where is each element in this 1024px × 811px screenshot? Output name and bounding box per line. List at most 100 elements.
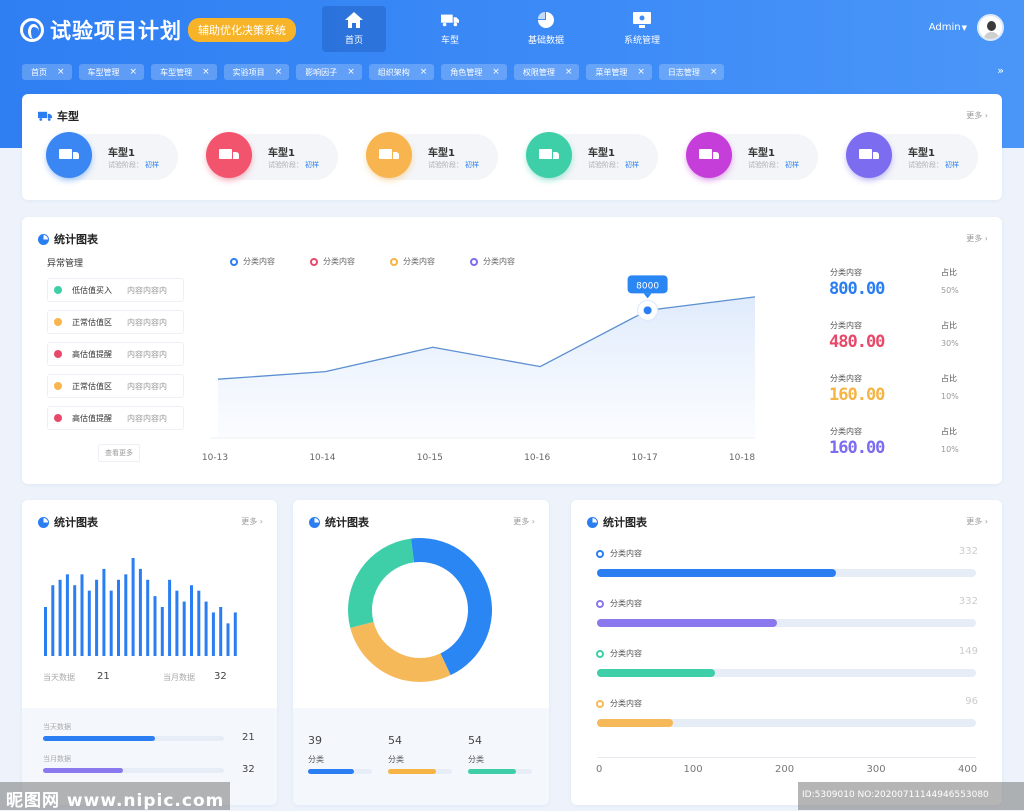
- tab-2[interactable]: 车型管理 ×: [151, 64, 217, 80]
- abnormal-label: 高估值提醒: [72, 349, 112, 359]
- abnormal-item[interactable]: 高估值提醒 内容内容内: [47, 342, 184, 366]
- nav-base-data[interactable]: 基础数据: [514, 6, 578, 52]
- tab-6[interactable]: 角色管理 ×: [441, 64, 507, 80]
- vehicle-item[interactable]: 车型1 试验阶段： 初样: [206, 132, 338, 180]
- avatar[interactable]: [977, 14, 1004, 41]
- donut-slice: [410, 538, 492, 676]
- bar: [219, 607, 223, 656]
- close-icon[interactable]: ×: [57, 67, 65, 77]
- vehicle-name: 车型1: [428, 148, 455, 159]
- tab-label: 权限管理: [522, 67, 555, 77]
- watermark-left: 昵图网 www.nipic.com: [0, 782, 231, 811]
- donut-item-value: 54: [468, 734, 482, 747]
- tab-3[interactable]: 实验项目 ×: [223, 64, 290, 80]
- hbar-axis-line: [597, 757, 976, 758]
- tab-0[interactable]: 首页 ×: [22, 64, 72, 80]
- bar: [168, 579, 172, 656]
- tab-5[interactable]: 组织架构 ×: [368, 64, 435, 80]
- abnormal-value: 内容内容内: [127, 413, 167, 423]
- nav-label: 基础数据: [527, 36, 564, 46]
- tab-7[interactable]: 权限管理 ×: [513, 64, 580, 80]
- vehicle-item[interactable]: 车型1 试验阶段： 初样: [526, 132, 658, 180]
- tab-8[interactable]: 菜单管理 ×: [586, 64, 652, 80]
- card-title: 统计图表: [603, 516, 647, 529]
- tab-4[interactable]: 影响因子 ×: [296, 64, 362, 80]
- abnormal-item[interactable]: 正常估值区 内容内容内: [47, 374, 184, 398]
- abnormal-value: 内容内容内: [127, 285, 167, 295]
- donut-item-value: 39: [308, 734, 322, 747]
- bar: [87, 590, 91, 656]
- vehicle-item[interactable]: 车型1 试验阶段： 初样: [366, 132, 498, 180]
- legend-item: 分类内容: [310, 256, 355, 267]
- bar: [95, 579, 99, 656]
- stage-value: 初样: [625, 161, 639, 169]
- more-link[interactable]: 更多 ›: [966, 516, 988, 527]
- nav-system[interactable]: 系统管理: [610, 6, 674, 52]
- hbar-fill: [597, 719, 673, 727]
- vehicle-name: 车型1: [108, 148, 135, 159]
- truck-icon: [846, 132, 892, 178]
- summary-value: 480.00: [829, 332, 885, 352]
- close-icon[interactable]: ×: [492, 67, 500, 77]
- close-icon[interactable]: ×: [420, 67, 428, 77]
- tabs-scroll-right-icon[interactable]: »: [997, 64, 1004, 77]
- hbar-x-tick: 0: [596, 764, 603, 775]
- status-dot: [54, 318, 62, 326]
- summary-label: 分类内容: [830, 374, 862, 383]
- vehicle-item[interactable]: 车型1 试验阶段： 初样: [846, 132, 978, 180]
- tooltip-value: 8000: [636, 281, 659, 291]
- stage-label: 试验阶段：: [428, 161, 463, 169]
- close-icon[interactable]: ×: [637, 67, 645, 77]
- more-link[interactable]: 更多 ›: [966, 233, 988, 244]
- hbar-label-text: 分类内容: [610, 699, 642, 708]
- user-menu[interactable]: Admin ▼: [929, 14, 1004, 41]
- stage-value: 初样: [305, 161, 319, 169]
- more-link[interactable]: 更多 ›: [513, 516, 535, 527]
- bar: [175, 590, 179, 656]
- close-icon[interactable]: ×: [130, 67, 138, 77]
- summary-pct: 10%: [941, 392, 959, 401]
- line-area: [218, 296, 755, 438]
- bar: [211, 612, 215, 656]
- tab-label: 组织架构: [377, 67, 410, 77]
- close-icon[interactable]: ×: [275, 67, 283, 77]
- view-more-button[interactable]: 查看更多: [98, 444, 140, 462]
- bar: [109, 590, 113, 656]
- data-point[interactable]: [643, 306, 652, 315]
- more-link[interactable]: 更多 ›: [966, 110, 988, 121]
- abnormal-item[interactable]: 低估值买入 内容内容内: [47, 278, 184, 302]
- tab-label: 车型管理: [160, 67, 193, 77]
- close-icon[interactable]: ×: [202, 67, 210, 77]
- abnormal-item[interactable]: 正常估值区 内容内容内: [47, 310, 184, 334]
- abnormal-title: 异常管理: [47, 259, 84, 269]
- legend-item: 分类内容: [230, 256, 275, 267]
- nav-home[interactable]: 首页: [322, 6, 386, 52]
- x-tick-label: 10-18: [729, 453, 755, 463]
- app-subtitle-badge: 辅助优化决策系统: [188, 18, 296, 42]
- pie-chart-icon: [587, 516, 598, 528]
- close-icon[interactable]: ×: [347, 67, 355, 77]
- vehicle-name: 车型1: [908, 148, 935, 159]
- donut-chart: [348, 538, 492, 682]
- tab-1[interactable]: 车型管理 ×: [78, 64, 145, 80]
- vehicle-stage: 试验阶段： 初样: [268, 160, 319, 170]
- summary-pct: 30%: [941, 339, 959, 348]
- x-tick-label: 10-14: [309, 453, 335, 463]
- bar: [153, 596, 157, 656]
- tab-9[interactable]: 日志管理 ×: [658, 64, 725, 80]
- bar: [146, 579, 150, 656]
- close-icon[interactable]: ×: [565, 67, 573, 77]
- vehicle-item[interactable]: 车型1 试验阶段： 初样: [46, 132, 178, 180]
- close-icon[interactable]: ×: [710, 67, 718, 77]
- donut-item-label: 分类: [468, 755, 484, 764]
- x-tick-label: 10-16: [524, 453, 550, 463]
- nav-vehicle[interactable]: 车型: [418, 6, 482, 52]
- summary-value: 160.00: [829, 438, 885, 458]
- truck-icon: [366, 132, 412, 178]
- card-title: 统计图表: [54, 233, 98, 246]
- more-link[interactable]: 更多 ›: [241, 516, 263, 527]
- x-tick-label: 10-17: [632, 453, 658, 463]
- hbar-value: 332: [958, 546, 978, 557]
- vehicle-item[interactable]: 车型1 试验阶段： 初样: [686, 132, 818, 180]
- abnormal-item[interactable]: 高估值提醒 内容内容内: [47, 406, 184, 430]
